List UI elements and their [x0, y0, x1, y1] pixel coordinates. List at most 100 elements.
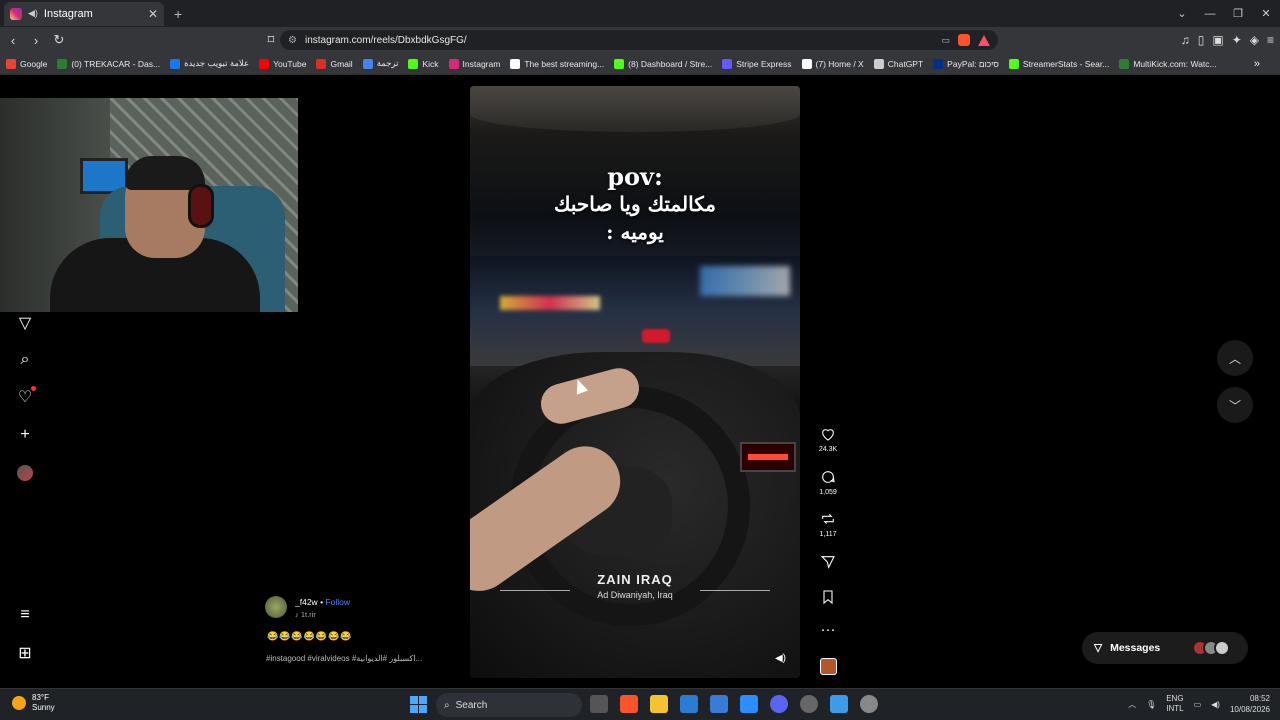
- microsoft-365-icon[interactable]: [680, 695, 698, 713]
- share-action[interactable]: [812, 554, 844, 574]
- new-tab-button[interactable]: +: [174, 6, 182, 22]
- reel-video[interactable]: pov: مكالمتك ويا صاحبك يوميه : ZAIN IRAQ…: [470, 86, 800, 678]
- brave-rewards-icon[interactable]: [978, 34, 990, 46]
- bookmark-item[interactable]: Stripe Express: [722, 58, 792, 69]
- follow-button[interactable]: Follow: [325, 597, 350, 607]
- search-icon[interactable]: ⌕: [14, 349, 36, 371]
- weather-widget[interactable]: 83°F Sunny: [12, 693, 55, 713]
- task-view-icon[interactable]: [590, 695, 608, 713]
- language-indicator[interactable]: ENG INTL: [1166, 694, 1183, 714]
- bookmark-favicon-icon: [57, 58, 68, 69]
- leo-ai-icon[interactable]: ✦: [1232, 33, 1242, 47]
- bookmark-item[interactable]: (8) Dashboard / Stre...: [614, 58, 712, 69]
- network-icon[interactable]: ▭: [1194, 700, 1202, 709]
- forward-button[interactable]: ›: [26, 33, 46, 48]
- also-from-meta-icon[interactable]: ⊞: [14, 642, 36, 664]
- profile-avatar[interactable]: [14, 462, 36, 484]
- menu-icon[interactable]: ≡: [1267, 33, 1274, 47]
- vpn-icon[interactable]: ◈: [1250, 33, 1259, 47]
- brave-shields-icon[interactable]: [958, 34, 970, 46]
- start-button[interactable]: [410, 696, 427, 713]
- close-tab-icon[interactable]: ✕: [148, 7, 158, 21]
- audio-info[interactable]: ♪ 1t.rir: [295, 610, 316, 619]
- comment-icon[interactable]: [812, 469, 844, 489]
- heart-icon[interactable]: [812, 426, 844, 446]
- repost-icon[interactable]: [812, 511, 844, 531]
- back-button[interactable]: ‹: [3, 33, 23, 48]
- app-icon[interactable]: [830, 695, 848, 713]
- share-send-icon[interactable]: [812, 554, 844, 574]
- microsoft-store-icon[interactable]: [710, 695, 728, 713]
- settings-gear-icon[interactable]: [860, 695, 878, 713]
- repost-count: 1,117: [819, 531, 837, 538]
- caption-hashtags[interactable]: #instagood #viralvideos #اكسبلور #الديوا…: [266, 654, 422, 663]
- app-icon[interactable]: [740, 695, 758, 713]
- bookmark-item[interactable]: Instagram: [448, 58, 500, 69]
- bookmark-item[interactable]: ترجمة: [362, 58, 398, 69]
- comment-action[interactable]: 1,059: [812, 469, 844, 496]
- bookmark-item[interactable]: ChatGPT: [873, 58, 923, 69]
- discord-icon[interactable]: [770, 695, 788, 713]
- taskbar-search[interactable]: ⌕ Search: [436, 693, 582, 717]
- bookmark-item[interactable]: (0) TREKACAR - Das...: [57, 58, 160, 69]
- bookmark-save-icon[interactable]: [812, 589, 844, 609]
- bookmark-favicon-icon: [408, 58, 419, 69]
- chevron-up-icon[interactable]: ︿: [1128, 699, 1136, 710]
- close-window-button[interactable]: ✕: [1252, 7, 1280, 20]
- direct-messages-icon[interactable]: ▽: [14, 312, 36, 334]
- microphone-icon[interactable]: 🎙: [1146, 700, 1156, 709]
- tab-search-icon[interactable]: ⌄: [1168, 7, 1196, 20]
- volume-icon[interactable]: ◀): [775, 653, 786, 664]
- audio-thumbnail[interactable]: [820, 658, 837, 675]
- comment-count: 1,059: [819, 489, 837, 496]
- address-bar[interactable]: ⚙ instagram.com/reels/DbxbdkGsgFG/ ▭: [280, 30, 998, 50]
- bookmark-item[interactable]: YouTube: [259, 58, 306, 69]
- tab-instagram[interactable]: ◀) Instagram ✕: [4, 1, 164, 26]
- maximize-button[interactable]: ❐: [1224, 7, 1252, 20]
- bookmark-item[interactable]: Kick: [408, 58, 439, 69]
- site-info-icon[interactable]: ⚙: [288, 35, 297, 46]
- author-line: _f42w • Follow: [295, 597, 350, 607]
- author-avatar[interactable]: [265, 596, 287, 618]
- clock[interactable]: 08:52 10/08/2026: [1230, 693, 1270, 715]
- bookmark-favicon-icon: [722, 58, 733, 69]
- bookmark-item[interactable]: علامة تبويب جديدة: [170, 58, 249, 69]
- like-action[interactable]: 24.3K: [812, 426, 844, 453]
- notifications-heart-icon[interactable]: ♡: [14, 386, 36, 408]
- more-menu-icon[interactable]: ≡: [14, 604, 36, 626]
- sidebar-icon[interactable]: ▯: [1198, 33, 1205, 47]
- bookmark-item[interactable]: StreamerStats - Sear...: [1008, 58, 1109, 69]
- volume-icon[interactable]: ◀): [1211, 700, 1220, 709]
- bookmark-item[interactable]: PayPal: סיכום: [933, 58, 999, 69]
- bookmarks-overflow-icon[interactable]: »: [1254, 58, 1260, 70]
- messages-button[interactable]: ▽ Messages: [1082, 632, 1248, 664]
- bookmark-item[interactable]: Gmail: [316, 58, 353, 69]
- window-controls: ⌄ — ❐ ✕: [1168, 0, 1280, 27]
- speaker-icon[interactable]: ◀): [28, 8, 38, 19]
- repost-action[interactable]: 1,117: [812, 511, 844, 538]
- obs-icon[interactable]: [800, 695, 818, 713]
- bookmark-favicon-icon: [170, 58, 181, 69]
- weather-temp: 83°F: [32, 693, 49, 702]
- bookmark-item[interactable]: Google: [6, 58, 47, 69]
- minimize-button[interactable]: —: [1196, 8, 1224, 20]
- brave-browser-icon[interactable]: [620, 695, 638, 713]
- bookmark-item[interactable]: MultiKick.com: Watc...: [1119, 58, 1217, 69]
- more-options-action[interactable]: ···: [812, 622, 844, 638]
- bookmark-item[interactable]: (7) Home / X: [801, 58, 864, 69]
- media-icon[interactable]: ♫: [1181, 33, 1190, 47]
- bookmark-item[interactable]: The best streaming...: [510, 58, 604, 69]
- webcam-overlay: [0, 98, 298, 312]
- wallet-icon[interactable]: ▣: [1212, 33, 1223, 47]
- bookmark-favicon-icon: [873, 58, 884, 69]
- file-explorer-icon[interactable]: [650, 695, 668, 713]
- bookmark-icon[interactable]: ⌑: [261, 32, 281, 48]
- save-action[interactable]: [812, 589, 844, 609]
- author-username[interactable]: _f42w: [295, 597, 318, 607]
- ellipsis-icon[interactable]: ···: [812, 622, 844, 638]
- previous-reel-button[interactable]: ︿: [1217, 340, 1253, 376]
- reload-button[interactable]: ↻: [49, 32, 69, 48]
- cast-icon[interactable]: ▭: [941, 35, 950, 46]
- create-plus-icon[interactable]: +: [14, 424, 36, 446]
- next-reel-button[interactable]: ﹀: [1217, 387, 1253, 423]
